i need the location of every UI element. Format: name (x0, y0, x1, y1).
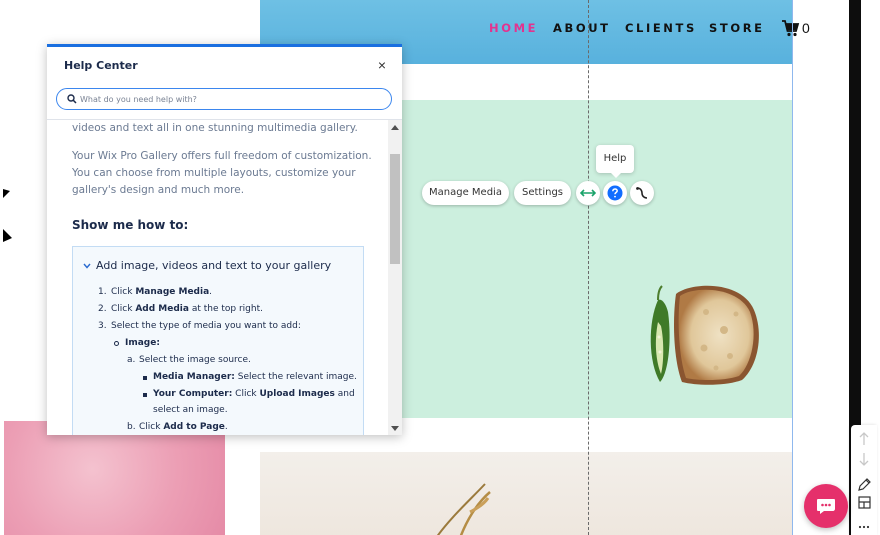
chat-button[interactable] (804, 484, 848, 528)
stretch-button[interactable] (576, 181, 600, 205)
help-center-title: Help Center (64, 59, 138, 72)
wheat-stalk-image (436, 483, 491, 535)
bullet-square (143, 376, 147, 380)
help-scrollbar[interactable] (388, 120, 402, 435)
step-number: 2. (98, 304, 107, 314)
pencil-icon[interactable] (851, 474, 877, 494)
cursor-arrow-icon (3, 189, 10, 198)
nav-clients[interactable]: CLIENTS (625, 21, 697, 35)
step-item: Click Manage Media. (111, 287, 213, 297)
chat-icon (817, 499, 835, 514)
substep-number: b. (127, 422, 136, 432)
help-center-panel: Help Center × videos and text all in one… (47, 44, 402, 435)
scroll-thumb[interactable] (390, 154, 400, 264)
search-icon (67, 94, 77, 104)
pink-texture-image (4, 421, 225, 535)
page-boundary-line (792, 0, 793, 535)
intro-text: videos and text all in one stunning mult… (72, 122, 358, 134)
bullet-square (143, 393, 147, 397)
substep-item: Click Add to Page. (139, 422, 228, 432)
stretch-icon (580, 189, 596, 197)
step-number: 3. (98, 321, 107, 331)
settings-button[interactable]: Settings (514, 181, 571, 205)
animation-button[interactable] (630, 181, 654, 205)
substep-item: Select the image source. (139, 355, 251, 365)
paragraph-line: You can choose from multiple layouts, cu… (72, 167, 356, 179)
show-me-heading: Show me how to: (72, 218, 189, 232)
center-guide-line (588, 0, 589, 535)
help-article-body: videos and text all in one stunning mult… (47, 120, 388, 435)
cursor-pointer-icon (3, 229, 12, 242)
paragraph-line: Your Wix Pro Gallery offers full freedom… (72, 150, 372, 162)
bullet-circle (114, 341, 119, 346)
help-icon (607, 185, 623, 201)
chevron-down-icon[interactable] (83, 263, 91, 269)
cart-count: 0 (802, 20, 810, 36)
more-icon[interactable] (851, 515, 877, 535)
accordion-add-media[interactable]: Add image, videos and text to your galle… (72, 246, 364, 435)
nav-home[interactable]: HOME (489, 21, 538, 35)
arrow-down-icon[interactable] (851, 449, 877, 469)
layout-icon[interactable] (851, 493, 877, 513)
nav-store[interactable]: STORE (709, 21, 765, 35)
accordion-title[interactable]: Add image, videos and text to your galle… (96, 259, 331, 272)
lower-gallery-image (260, 452, 793, 535)
close-icon[interactable]: × (375, 58, 389, 72)
help-tooltip: Help (596, 145, 634, 178)
help-search-input[interactable] (80, 90, 380, 108)
arrow-up-icon[interactable] (851, 429, 877, 449)
media-type-image: Image: (125, 338, 160, 348)
source-media-manager: Media Manager: Select the relevant image… (153, 372, 357, 382)
source-your-computer-cont: select an image. (153, 405, 228, 415)
source-your-computer: Your Computer: Click Upload Images and (153, 389, 355, 399)
help-search-box[interactable] (56, 88, 392, 110)
step-number: 1. (98, 287, 107, 297)
help-button[interactable] (603, 181, 627, 205)
bread-pepper-image (650, 285, 759, 385)
animation-icon (636, 187, 648, 199)
editor-stage: HOME ABOUT CLIENTS STORE 0 Manage Media … (0, 0, 880, 535)
manage-media-button[interactable]: Manage Media (422, 181, 509, 205)
scroll-up-arrow-icon[interactable] (391, 124, 399, 130)
substep-number: a. (127, 355, 136, 365)
nav-about[interactable]: ABOUT (553, 21, 611, 35)
step-item: Select the type of media you want to add… (111, 321, 301, 331)
paragraph-line: gallery's design and much more. (72, 184, 245, 196)
step-item: Click Add Media at the top right. (111, 304, 263, 314)
scroll-down-arrow-icon[interactable] (391, 426, 399, 432)
